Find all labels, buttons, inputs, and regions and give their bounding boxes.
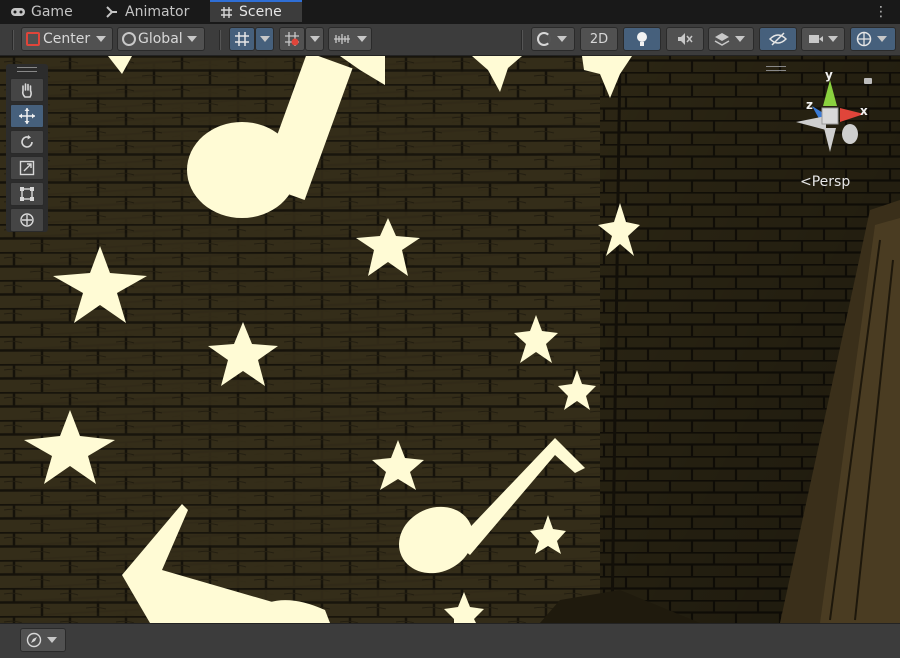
tab-game-label: Game <box>31 4 73 20</box>
tab-game[interactable]: Game <box>10 0 73 24</box>
tool-panel <box>6 64 48 232</box>
move-tool-button[interactable] <box>10 104 44 128</box>
chevron-down-icon <box>259 36 270 42</box>
chevron-down-icon <box>309 36 320 42</box>
projection-toggle[interactable]: <Persp <box>800 174 850 190</box>
shading-mode-dropdown[interactable] <box>531 27 575 51</box>
grid-icon <box>235 32 249 46</box>
rotate-icon <box>21 135 33 148</box>
scene-render <box>0 56 900 623</box>
tab-animator-label: Animator <box>125 4 190 20</box>
mode-2d-label: 2D <box>589 31 609 47</box>
hand-tool-button[interactable] <box>10 78 44 102</box>
toolbar-separator <box>219 30 221 50</box>
rotate-tool-button[interactable] <box>10 130 44 154</box>
hand-icon <box>21 83 32 98</box>
pivot-label: Center <box>43 31 91 47</box>
rect-transform-icon <box>20 187 34 201</box>
toolbar-grip <box>12 30 14 50</box>
tab-bar: Game Animator Scene ⋮ <box>0 0 900 24</box>
grid-snap-button[interactable] <box>229 27 255 51</box>
grid-snap-dropdown[interactable] <box>255 27 274 51</box>
axis-x-label: x <box>860 104 868 118</box>
effects-dropdown[interactable] <box>708 27 754 51</box>
gamepad-icon <box>10 4 26 20</box>
camera-icon <box>809 35 823 43</box>
chevron-down-icon <box>735 36 745 42</box>
ruler-icon <box>334 34 350 44</box>
chevron-down-icon <box>877 36 887 42</box>
rect-tool-button[interactable] <box>10 182 44 206</box>
scene-bottom-bar <box>0 623 900 658</box>
chevron-down-icon <box>557 36 567 42</box>
orientation-gizmo[interactable]: y x z <box>790 64 890 164</box>
axis-z-label: z <box>806 98 813 112</box>
scene-viewport[interactable] <box>0 56 900 623</box>
chevron-down-icon <box>47 637 57 643</box>
tool-panel-grip[interactable] <box>17 67 37 72</box>
snap-magnet-icon <box>285 32 299 46</box>
space-dropdown[interactable]: Global <box>117 27 205 51</box>
visibility-toggle-button[interactable] <box>759 27 797 51</box>
mode-2d-button[interactable]: 2D <box>580 27 618 51</box>
viewport-drag-handle[interactable] <box>766 66 786 71</box>
shading-sphere-icon <box>537 32 551 46</box>
camera-dropdown[interactable] <box>801 27 845 51</box>
scene-toolbar: Center Global 2D <box>0 24 900 56</box>
chevron-down-icon <box>828 36 838 42</box>
increment-snap-dropdown[interactable] <box>305 27 324 51</box>
scene-lighting-button[interactable] <box>623 27 661 51</box>
more-options-icon[interactable]: ⋮ <box>874 3 888 21</box>
lock-icon[interactable] <box>864 78 872 84</box>
orientation-overlay-dropdown[interactable] <box>20 628 66 652</box>
mute-speaker-icon <box>678 33 693 45</box>
ruler-dropdown[interactable] <box>328 27 372 51</box>
compass-icon <box>26 632 42 648</box>
increment-snap-button[interactable] <box>279 27 305 51</box>
chevron-left-icon: < <box>800 174 812 190</box>
tab-scene-label: Scene <box>239 4 282 20</box>
gizmo-globe-icon <box>856 31 872 47</box>
pivot-center-icon <box>26 32 40 46</box>
transform-icon <box>20 213 34 227</box>
toolbar-separator <box>521 30 523 50</box>
eye-slash-icon <box>769 32 787 46</box>
chevron-down-icon <box>357 36 367 42</box>
layers-icon <box>714 33 730 46</box>
chevron-down-icon <box>96 36 107 42</box>
tab-scene[interactable]: Scene <box>210 0 302 22</box>
audio-toggle-button[interactable] <box>666 27 704 51</box>
transform-tool-button[interactable] <box>10 208 44 232</box>
chevron-down-icon <box>186 36 197 42</box>
scale-tool-button[interactable] <box>10 156 44 180</box>
globe-icon <box>122 32 136 46</box>
axis-gizmo-icon <box>796 80 864 152</box>
move-arrows-icon <box>19 108 35 124</box>
tab-animator[interactable]: Animator <box>104 0 189 24</box>
animator-icon <box>104 4 120 20</box>
projection-label: Persp <box>811 174 851 190</box>
space-label: Global <box>138 31 183 47</box>
pivot-dropdown[interactable]: Center <box>21 27 113 51</box>
axis-y-label: y <box>825 68 833 82</box>
lightbulb-icon <box>637 32 647 46</box>
hash-icon <box>218 4 234 20</box>
scale-icon <box>19 160 35 176</box>
gizmos-dropdown[interactable] <box>850 27 896 51</box>
